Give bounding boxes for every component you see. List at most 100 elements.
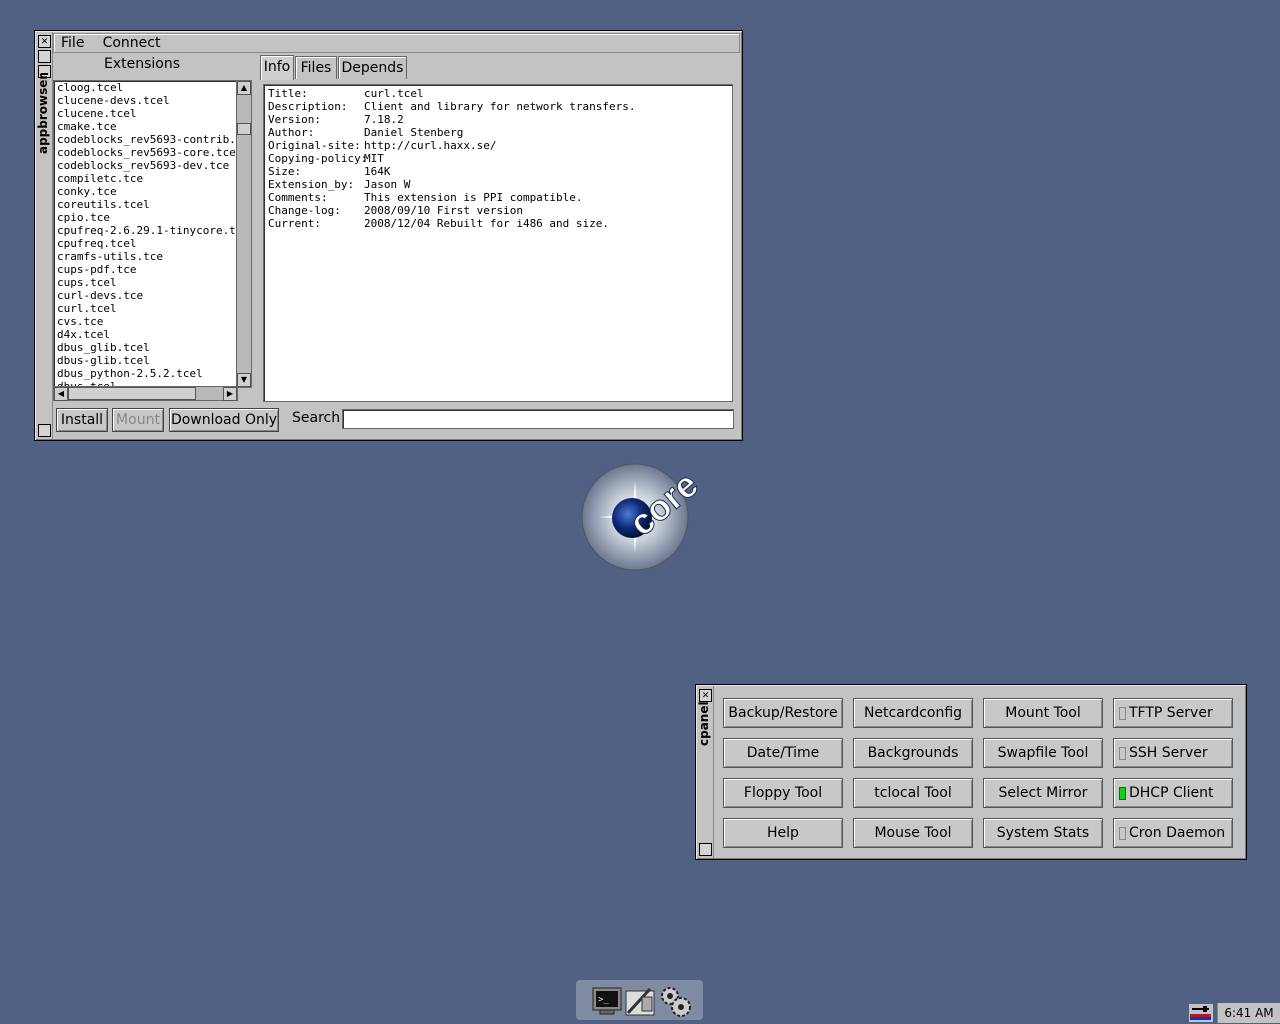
scroll-left-icon[interactable]: ◀ <box>54 387 68 401</box>
install-button[interactable]: Install <box>56 408 108 432</box>
info-row: Change-log: 2008/09/10 First version <box>268 204 732 217</box>
tab-info[interactable]: Info <box>260 55 294 80</box>
service-toggle-ssh-server[interactable]: SSH Server <box>1113 738 1233 768</box>
list-item[interactable]: dbus_glib.tcel <box>54 341 238 354</box>
extensions-vscrollbar[interactable]: ▲ ▼ <box>236 80 252 388</box>
info-value: 164K <box>364 165 391 178</box>
info-value: http://curl.haxx.se/ <box>364 139 497 152</box>
extensions-label: Extensions <box>103 56 181 72</box>
list-item[interactable]: cmake.tce <box>54 120 238 133</box>
appbrowser-titlebar[interactable]: ✕ appbrowser <box>36 32 53 439</box>
extensions-hscrollbar[interactable]: ◀ ▶ <box>53 386 238 401</box>
cpanel-button-select-mirror[interactable]: Select Mirror <box>983 778 1103 808</box>
list-item[interactable]: cpio.tce <box>54 211 238 224</box>
info-row: Copying-policy:MIT <box>268 152 732 165</box>
list-item[interactable]: d4x.tcel <box>54 328 238 341</box>
service-label: SSH Server <box>1129 745 1208 761</box>
search-label: Search <box>292 410 341 426</box>
info-key: Size: <box>268 165 302 178</box>
list-item[interactable]: cpufreq.tcel <box>54 237 238 250</box>
scroll-right-icon[interactable]: ▶ <box>223 387 237 401</box>
resize-handle[interactable] <box>699 843 712 856</box>
service-toggle-cron-daemon[interactable]: Cron Daemon <box>1113 818 1233 848</box>
list-item[interactable]: clucene.tcel <box>54 107 238 120</box>
network-tray-icon[interactable] <box>1189 1004 1213 1022</box>
info-key: Comments: <box>268 191 328 204</box>
info-row: Version: 7.18.2 <box>268 113 732 126</box>
info-value: MIT <box>364 152 384 165</box>
list-item[interactable]: cloog.tcel <box>54 81 238 94</box>
cpanel-titlebar[interactable]: ✕ cpanel <box>697 686 714 858</box>
scroll-down-icon[interactable]: ▼ <box>237 373 251 387</box>
service-label: DHCP Client <box>1129 785 1214 801</box>
info-row: Extension_by: Jason W <box>268 178 732 191</box>
list-item[interactable]: curl.tcel <box>54 302 238 315</box>
download-only-button[interactable]: Download Only <box>169 408 279 432</box>
cpanel-button-floppy-tool[interactable]: Floppy Tool <box>723 778 843 808</box>
mount-button[interactable]: Mount <box>112 408 164 432</box>
service-label: TFTP Server <box>1129 705 1213 721</box>
list-item[interactable]: codeblocks_rev5693-dev.tce <box>54 159 238 172</box>
cpanel-button-backgrounds[interactable]: Backgrounds <box>853 738 973 768</box>
list-item[interactable]: codeblocks_rev5693-contrib.tce <box>54 133 238 146</box>
resize-handle[interactable] <box>38 424 51 437</box>
info-row: Size: 164K <box>268 165 732 178</box>
list-item[interactable]: compiletc.tce <box>54 172 238 185</box>
status-led-icon <box>1119 747 1126 760</box>
search-input[interactable] <box>342 409 734 429</box>
list-item[interactable]: cups-pdf.tce <box>54 263 238 276</box>
info-value: 2008/12/04 Rebuilt for i486 and size. <box>364 217 610 230</box>
cpanel-button-backup-restore[interactable]: Backup/Restore <box>723 698 843 728</box>
info-row: Description: Client and library for netwo… <box>268 100 732 113</box>
menu-file[interactable]: File <box>54 34 91 52</box>
cpanel-button-swapfile-tool[interactable]: Swapfile Tool <box>983 738 1103 768</box>
menu-connect[interactable]: Connect <box>96 34 168 52</box>
svg-text:>_: >_ <box>598 995 609 1005</box>
info-key: Version: <box>268 113 321 126</box>
cpanel-button-date-time[interactable]: Date/Time <box>723 738 843 768</box>
info-value: Jason W <box>364 178 411 191</box>
tab-depends[interactable]: Depends <box>338 56 407 79</box>
list-item[interactable]: cpufreq-2.6.29.1-tinycore.tcem <box>54 224 238 237</box>
service-toggle-tftp-server[interactable]: TFTP Server <box>1113 698 1233 728</box>
cpanel-button-mouse-tool[interactable]: Mouse Tool <box>853 818 973 848</box>
extensions-list[interactable]: cloog.tcel clucene-devs.tcel clucene.tcel c… <box>53 80 239 388</box>
list-item[interactable]: codeblocks_rev5693-core.tce <box>54 146 238 159</box>
list-item[interactable]: conky.tce <box>54 185 238 198</box>
maximize-icon[interactable] <box>38 50 51 63</box>
info-value: This extension is PPI compatible. <box>364 191 583 204</box>
list-item[interactable]: clucene-devs.tcel <box>54 94 238 107</box>
tab-files[interactable]: Files <box>295 56 337 79</box>
info-value: Client and library for network transfers… <box>364 100 636 113</box>
info-row: Title: curl.tcel <box>268 87 732 100</box>
cpanel-button-system-stats[interactable]: System Stats <box>983 818 1103 848</box>
control-panel-icon[interactable] <box>624 985 656 1017</box>
scroll-up-icon[interactable]: ▲ <box>237 81 251 95</box>
list-item[interactable]: dbus_python-2.5.2.tcel <box>54 367 238 380</box>
list-item[interactable]: cups.tcel <box>54 276 238 289</box>
settings-gears-icon[interactable] <box>658 984 692 1018</box>
close-icon[interactable]: ✕ <box>699 689 712 702</box>
cpanel-button-tclocal-tool[interactable]: tclocal Tool <box>853 778 973 808</box>
status-led-icon <box>1119 827 1126 840</box>
list-item[interactable]: coreutils.tcel <box>54 198 238 211</box>
service-toggle-dhcp-client[interactable]: DHCP Client <box>1113 778 1233 808</box>
info-key: Change-log: <box>268 204 341 217</box>
list-item[interactable]: cramfs-utils.tce <box>54 250 238 263</box>
dock: >_ <box>576 980 703 1020</box>
cpanel-button-netcardconfig[interactable]: Netcardconfig <box>853 698 973 728</box>
close-icon[interactable]: ✕ <box>38 35 51 48</box>
status-led-icon <box>1119 787 1126 800</box>
menubar: File Connect <box>53 33 740 53</box>
scroll-thumb[interactable] <box>237 123 251 135</box>
info-text-area[interactable]: Title: curl.tcel Description: Client and li… <box>263 84 733 402</box>
list-item[interactable]: dbus-glib.tcel <box>54 354 238 367</box>
terminal-icon[interactable]: >_ <box>592 987 622 1015</box>
info-key: Author: <box>268 126 315 139</box>
cpanel-button-help[interactable]: Help <box>723 818 843 848</box>
list-item[interactable]: curl-devs.tce <box>54 289 238 302</box>
info-key: Current: <box>268 217 321 230</box>
hscroll-thumb[interactable] <box>68 387 196 400</box>
list-item[interactable]: cvs.tce <box>54 315 238 328</box>
cpanel-button-mount-tool[interactable]: Mount Tool <box>983 698 1103 728</box>
